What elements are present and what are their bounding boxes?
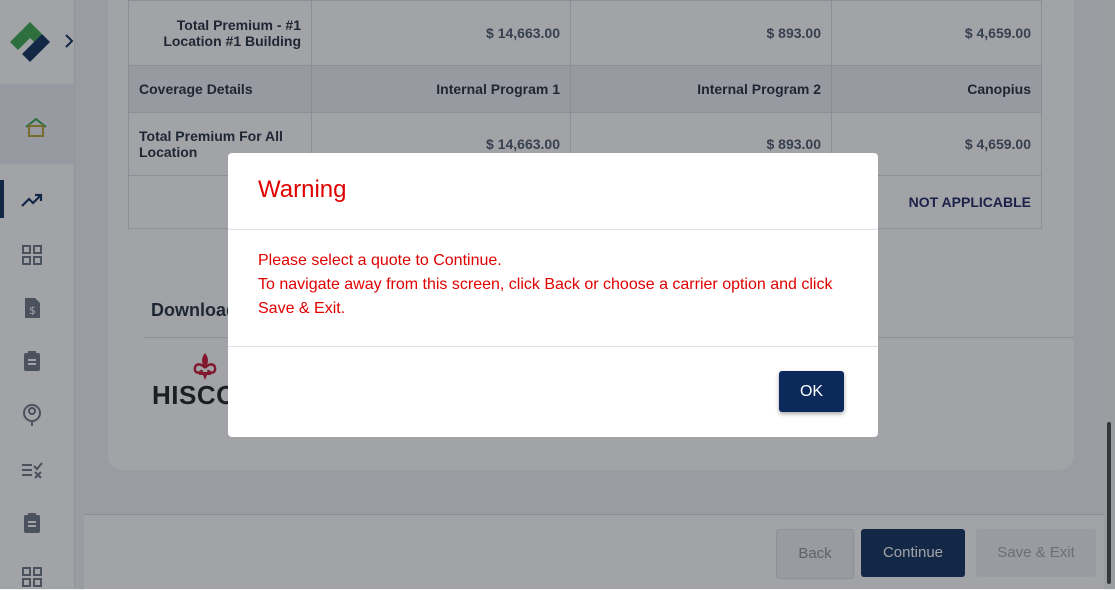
ok-button[interactable]: OK bbox=[779, 371, 844, 412]
dialog-message-line: To navigate away from this screen, click… bbox=[258, 276, 833, 317]
warning-dialog: Warning Please select a quote to Continu… bbox=[228, 153, 878, 437]
dialog-message: Please select a quote to Continue. To na… bbox=[258, 249, 858, 321]
divider bbox=[228, 229, 878, 230]
dialog-message-line: Please select a quote to Continue. bbox=[258, 252, 502, 269]
divider bbox=[228, 346, 878, 347]
dialog-title: Warning bbox=[258, 176, 347, 203]
